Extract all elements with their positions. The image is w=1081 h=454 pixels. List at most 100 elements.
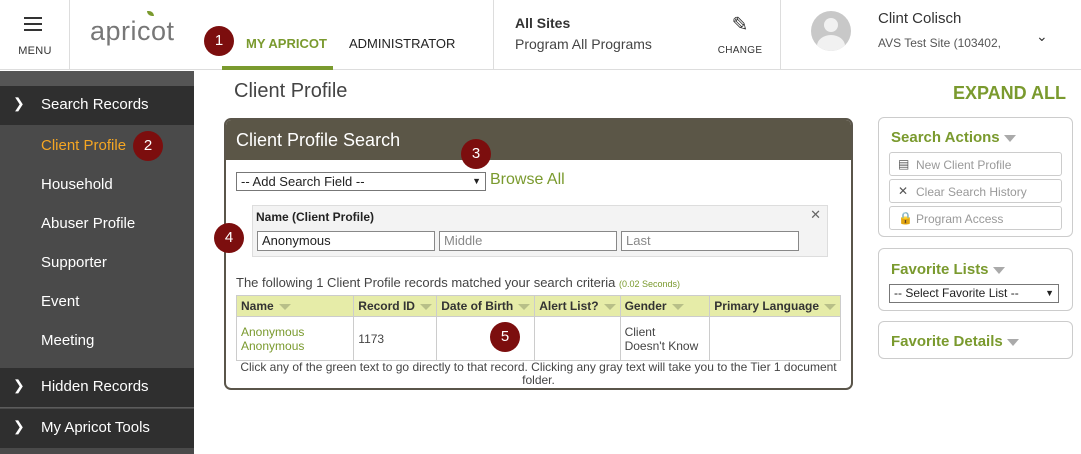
- sort-icon: [518, 303, 531, 310]
- results-footer-note: Click any of the green text to go direct…: [240, 360, 837, 387]
- annotation-marker: 5: [490, 322, 520, 352]
- cell-primary-language[interactable]: [709, 316, 841, 361]
- top-bar: MENU apricot MY APRICOT ADMINISTRATOR Al…: [0, 0, 1081, 70]
- middle-name-input[interactable]: Middle: [439, 231, 617, 251]
- panel-header: Client Profile Search: [226, 120, 851, 160]
- close-icon: ✕: [898, 184, 909, 198]
- change-button[interactable]: ✎ CHANGE: [712, 12, 768, 56]
- sort-icon: [671, 303, 684, 310]
- caret-down-icon: [1006, 338, 1019, 346]
- tab-administrator[interactable]: ADMINISTRATOR: [349, 36, 455, 51]
- new-doc-icon: ▤: [898, 157, 910, 171]
- sidebar-group-search-records[interactable]: ❯ Search Records: [0, 86, 194, 125]
- add-search-field-value: -- Add Search Field --: [241, 174, 365, 189]
- chevron-down-icon: ❯: [13, 95, 25, 111]
- panel-title: Client Profile Search: [236, 130, 401, 150]
- search-actions-toggle[interactable]: Search Actions: [891, 129, 1016, 146]
- dropdown-arrow-icon: ▼: [1045, 288, 1054, 298]
- cell-record-id[interactable]: 1173: [353, 316, 438, 361]
- hamburger-icon: [24, 17, 42, 35]
- sidebar-item-meeting[interactable]: Meeting: [41, 332, 94, 349]
- column-header-alert-list[interactable]: Alert List?: [534, 295, 621, 317]
- favorite-list-select[interactable]: -- Select Favorite List -- ▼: [889, 284, 1059, 303]
- column-header-date-of-birth[interactable]: Date of Birth: [436, 295, 536, 317]
- sort-icon: [824, 303, 836, 310]
- browse-all-link[interactable]: Browse All: [490, 171, 565, 189]
- favorite-details-card: Favorite Details: [878, 321, 1073, 359]
- cell-name[interactable]: Anonymous Anonymous: [235, 316, 355, 361]
- sidebar-group-label: My Apricot Tools: [41, 419, 150, 436]
- user-site: AVS Test Site (103402,: [878, 36, 1001, 50]
- sidebar-item-event[interactable]: Event: [41, 293, 79, 310]
- menu-label: MENU: [18, 45, 52, 57]
- page-title: Client Profile: [234, 80, 348, 102]
- table-header-row: Name Record ID Date of Birth Alert List?…: [235, 295, 841, 317]
- annotation-marker: 1: [204, 26, 234, 56]
- cell-gender[interactable]: Client Doesn't Know: [619, 316, 711, 361]
- sort-icon: [278, 303, 291, 310]
- sidebar-item-client-profile[interactable]: Client Profile: [41, 137, 126, 154]
- column-header-gender[interactable]: Gender: [619, 295, 711, 317]
- last-name-input[interactable]: Last: [621, 231, 799, 251]
- client-profile-search-panel: Client Profile Search -- Add Search Fiel…: [224, 118, 853, 390]
- annotation-marker: 2: [133, 131, 163, 161]
- sidebar-item-supporter[interactable]: Supporter: [41, 254, 107, 271]
- sidebar-group-label: Hidden Records: [41, 378, 149, 395]
- column-header-name[interactable]: Name: [235, 295, 355, 317]
- results-table: Name Record ID Date of Birth Alert List?…: [235, 295, 841, 361]
- sites-title: All Sites: [515, 15, 571, 31]
- change-label: CHANGE: [717, 45, 763, 56]
- search-actions-card: Search Actions ▤ New Client Profile ✕ Cl…: [878, 117, 1073, 237]
- expand-all-link[interactable]: EXPAND ALL: [953, 83, 1066, 104]
- sidebar: ❯ Search Records Client Profile Househol…: [0, 71, 194, 454]
- caret-down-icon: [1003, 134, 1016, 142]
- chevron-right-icon: ❯: [13, 418, 25, 434]
- name-search-field-group: Name (Client Profile) ✕ Anonymous Middle…: [252, 205, 828, 257]
- add-search-field-select[interactable]: -- Add Search Field -- ▼: [236, 172, 486, 191]
- pencil-icon: ✎: [731, 14, 749, 36]
- program-subtitle: Program All Programs: [515, 36, 652, 52]
- sidebar-top-strip: [0, 71, 194, 86]
- column-header-primary-language[interactable]: Primary Language: [709, 295, 841, 317]
- sidebar-item-household[interactable]: Household: [41, 176, 113, 193]
- favorite-lists-card: Favorite Lists -- Select Favorite List -…: [878, 248, 1073, 311]
- chevron-right-icon: ❯: [13, 377, 25, 393]
- caret-down-icon: [992, 266, 1005, 274]
- table-row[interactable]: Anonymous Anonymous 1173 Client Doesn't Kn…: [235, 316, 841, 361]
- header-divider: [493, 0, 494, 70]
- header-divider: [780, 0, 781, 70]
- results-time: (0.02 Seconds): [618, 279, 681, 289]
- sort-icon: [419, 303, 432, 310]
- user-name: Clint Colisch: [878, 10, 962, 27]
- annotation-marker: 4: [214, 223, 244, 253]
- clear-search-history-button[interactable]: ✕ Clear Search History: [889, 179, 1062, 203]
- name-field-label: Name (Client Profile): [256, 210, 375, 224]
- favorite-details-toggle[interactable]: Favorite Details: [891, 333, 1019, 350]
- favorite-lists-toggle[interactable]: Favorite Lists: [891, 261, 1005, 278]
- sidebar-divider: [0, 407, 194, 408]
- cell-alert-list[interactable]: [534, 316, 621, 361]
- column-header-record-id[interactable]: Record ID: [353, 295, 438, 317]
- first-name-input[interactable]: Anonymous: [257, 231, 435, 251]
- active-tab-indicator: [222, 66, 333, 70]
- apricot-logo[interactable]: apricot: [90, 11, 175, 47]
- avatar[interactable]: [811, 11, 851, 51]
- lock-icon: 🔒: [898, 211, 913, 225]
- chevron-down-icon[interactable]: ⌄: [1036, 28, 1048, 45]
- menu-button[interactable]: MENU: [0, 0, 70, 70]
- annotation-marker: 3: [461, 139, 491, 169]
- results-summary-text: The following 1 Client Profile records m…: [236, 275, 616, 290]
- sidebar-group-label: Search Records: [41, 96, 149, 113]
- tab-my-apricot[interactable]: MY APRICOT: [246, 36, 327, 51]
- sidebar-group-hidden-records[interactable]: ❯ Hidden Records: [0, 368, 194, 407]
- dropdown-arrow-icon: ▼: [472, 176, 481, 186]
- sidebar-item-abuser-profile[interactable]: Abuser Profile: [41, 215, 135, 232]
- new-client-profile-button[interactable]: ▤ New Client Profile: [889, 152, 1062, 176]
- program-access-button[interactable]: 🔒 Program Access: [889, 206, 1062, 230]
- results-summary: The following 1 Client Profile records m…: [236, 275, 680, 290]
- cell-date-of-birth[interactable]: [436, 316, 536, 361]
- close-icon[interactable]: ✕: [810, 207, 821, 223]
- logo-text: apricot: [90, 16, 175, 46]
- sidebar-group-my-apricot-tools[interactable]: ❯ My Apricot Tools: [0, 409, 194, 448]
- sort-icon: [603, 303, 616, 310]
